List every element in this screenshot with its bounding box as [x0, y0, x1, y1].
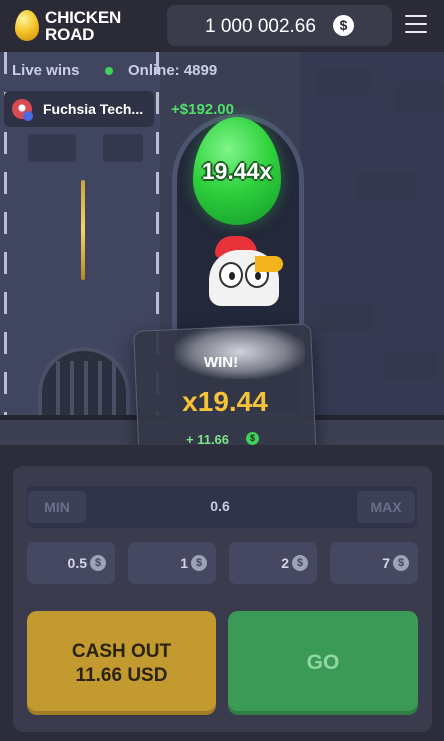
live-win-entry: Fuchsia Tech... — [4, 91, 154, 127]
bet-amount-input[interactable]: 0.6 — [170, 498, 270, 514]
wall-brick — [356, 172, 416, 200]
online-dot-icon — [105, 67, 113, 75]
live-wins-bar: Live wins Online: 4899 — [0, 58, 444, 84]
balance-amount: 1 000 002.66 — [205, 16, 316, 37]
quick-bet-button[interactable]: 2 $ — [229, 542, 317, 586]
cash-out-label: CASH OUT — [71, 641, 172, 662]
win-multiplier: x19.44 — [182, 386, 268, 417]
dollar-coin-icon: $ — [393, 555, 409, 571]
cash-out-amount: 11.66 USD — [75, 665, 168, 686]
live-win-username: Fuchsia Tech... — [43, 101, 144, 117]
go-button[interactable]: GO — [228, 611, 418, 715]
go-label: GO — [306, 651, 340, 674]
wall-brick — [394, 82, 444, 112]
online-count: Online: 4899 — [128, 62, 218, 79]
cash-out-button[interactable]: CASH OUT 11.66 USD — [27, 611, 216, 715]
logo-text-line1: CHICKEN — [45, 8, 122, 27]
dollar-coin-icon: $ — [246, 432, 259, 445]
quick-bet-button[interactable]: 0.5 $ — [27, 542, 115, 586]
live-wins-label: Live wins — [12, 62, 80, 79]
dollar-coin-icon: $ — [90, 555, 106, 571]
win-title: WIN! — [203, 354, 239, 371]
golden-egg-icon — [15, 10, 39, 41]
avatar — [12, 99, 33, 121]
logo-text-line2: ROAD — [45, 25, 95, 44]
quick-bet-value: 2 — [281, 555, 289, 571]
flipping-coin-icon — [81, 180, 85, 280]
top-bar: CHICKEN ROAD 1 000 002.66 $ — [0, 0, 444, 52]
quick-bet-value: 1 — [180, 555, 188, 571]
dollar-coin-icon: $ — [292, 555, 308, 571]
egg-multiplier: 19.44x — [201, 158, 273, 184]
balance-display[interactable]: 1 000 002.66 $ — [167, 5, 392, 46]
quick-bet-button[interactable]: 7 $ — [330, 542, 418, 586]
wall-brick — [384, 352, 438, 380]
quick-bet-button[interactable]: 1 $ — [128, 542, 216, 586]
hamburger-menu-icon[interactable] — [405, 15, 427, 33]
dollar-coin-icon: $ — [191, 555, 207, 571]
dollar-coin-icon: $ — [333, 15, 354, 36]
quick-bet-value: 0.5 — [67, 555, 87, 571]
quick-bet-value: 7 — [382, 555, 390, 571]
max-bet-button[interactable]: MAX — [357, 491, 415, 523]
wall-brick — [28, 134, 76, 162]
wall-brick — [318, 304, 374, 332]
wall-brick — [103, 134, 143, 162]
chicken-road-logo: CHICKEN ROAD — [12, 7, 142, 45]
min-bet-button[interactable]: MIN — [28, 491, 86, 523]
chicken-icon — [205, 236, 285, 306]
live-win-amount: +$192.00 — [171, 101, 234, 118]
